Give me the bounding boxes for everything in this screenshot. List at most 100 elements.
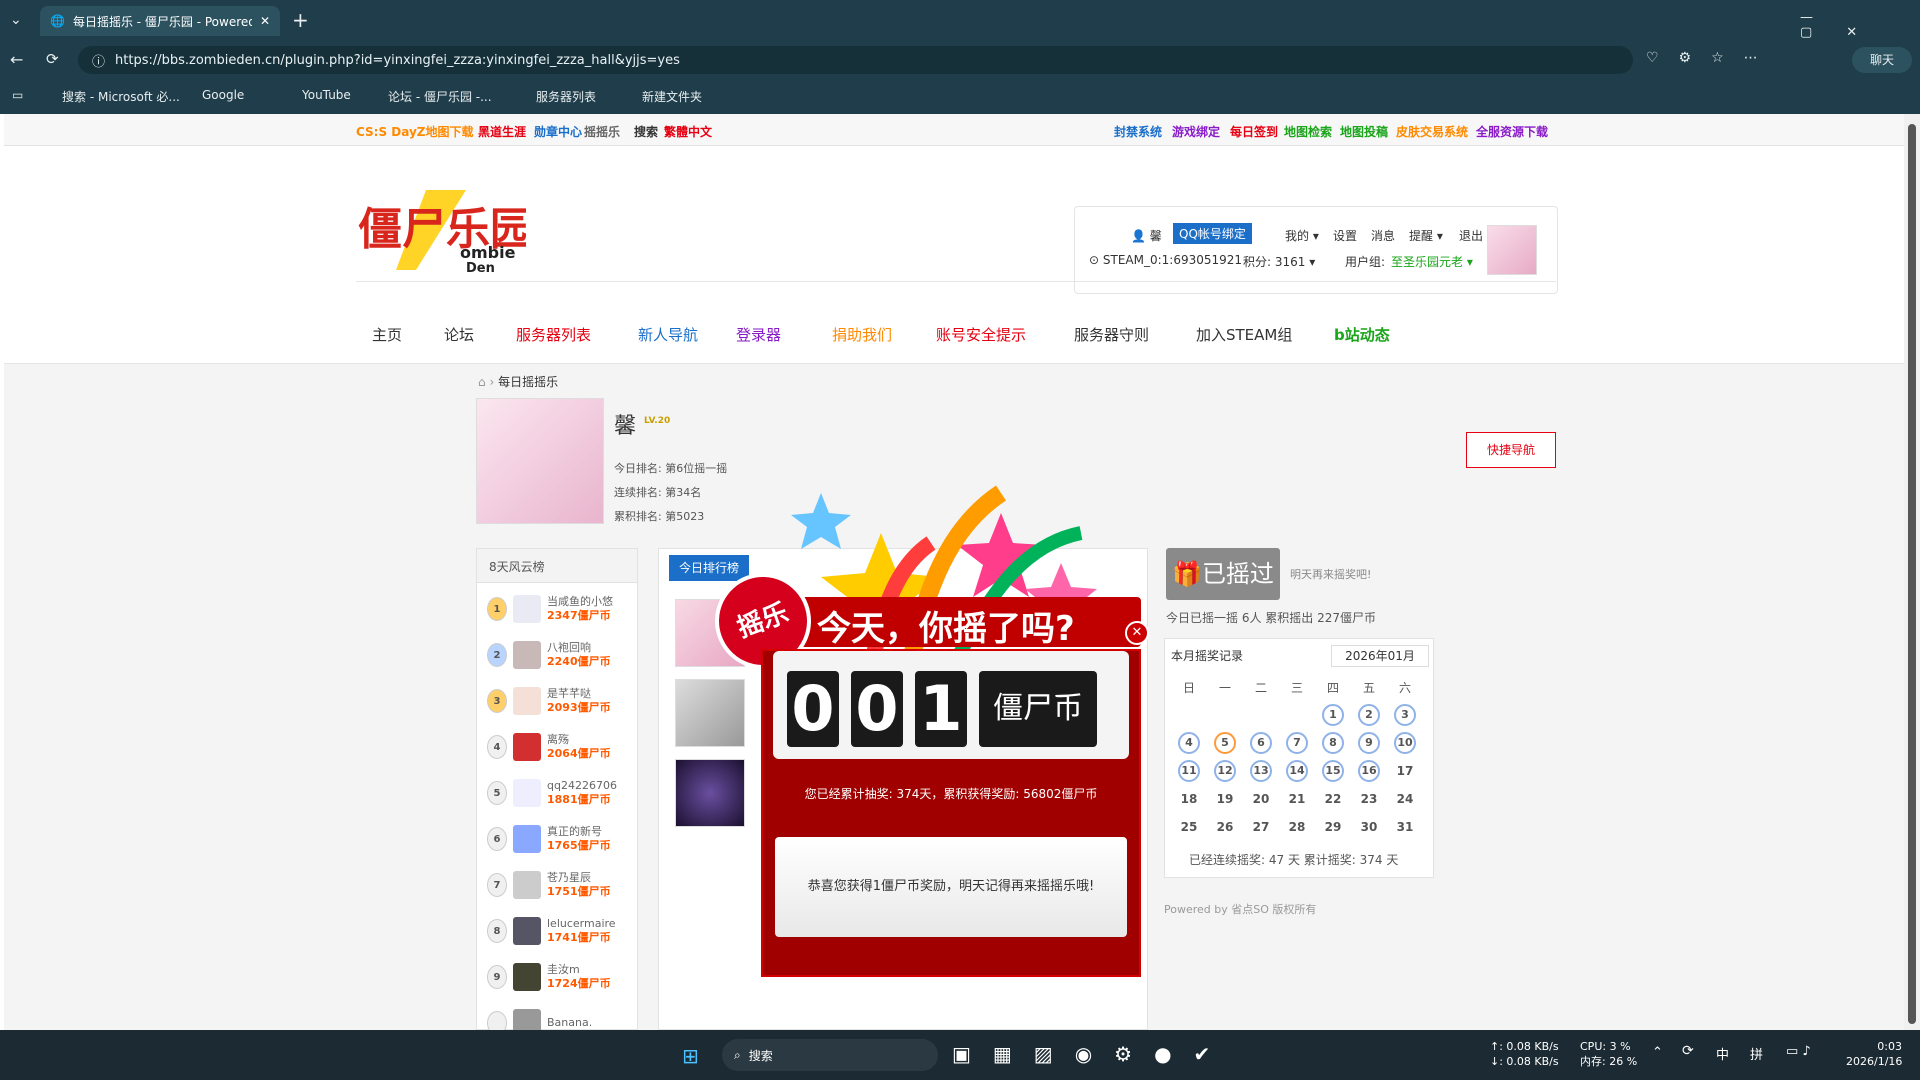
username-link[interactable]: 👤 馨 <box>1131 227 1162 244</box>
rank-name[interactable]: lelucermaire <box>547 917 616 931</box>
clock[interactable]: 0:03 2026/1/16 <box>1846 1039 1902 1069</box>
quick-nav-button[interactable]: 快捷导航 <box>1466 432 1556 468</box>
nav-item[interactable]: b站动态 <box>1334 324 1390 345</box>
today-avatar-3[interactable] <box>675 759 745 827</box>
ime-mode[interactable]: 中 <box>1716 1044 1729 1063</box>
nav-item[interactable]: 新人导航 <box>638 324 698 345</box>
user-link-my[interactable]: 我的 ▾ <box>1285 227 1319 244</box>
ranking-row[interactable]: 8 lelucermaire 1741僵尸币 <box>487 911 627 951</box>
calendar-day: 15 <box>1315 757 1351 785</box>
rank-avatar[interactable] <box>513 641 541 669</box>
ranking-row[interactable]: 1 当咸鱼的小悠 2347僵尸币 <box>487 589 627 629</box>
ranking-row[interactable]: 7 苍乃星辰 1751僵尸币 <box>487 865 627 905</box>
top-link-left[interactable]: 黑道生涯 <box>478 123 526 140</box>
ranking-row[interactable]: 3 是芊芊哒 2093僵尸币 <box>487 681 627 721</box>
nav-item[interactable]: 主页 <box>372 324 402 345</box>
site-info-icon[interactable]: ⓘ <box>92 51 105 70</box>
user-link-logout[interactable]: 退出 <box>1459 227 1483 244</box>
bookmark-item[interactable]: Google <box>202 88 244 102</box>
rank-avatar[interactable] <box>513 871 541 899</box>
nav-item[interactable]: 服务器守则 <box>1074 324 1149 345</box>
site-logo[interactable]: 僵尸乐园 ombie Den <box>356 186 534 276</box>
top-link-right[interactable]: 地图投稿 <box>1340 123 1388 140</box>
user-avatar[interactable] <box>1487 225 1537 275</box>
rank-name[interactable]: qq24226706 <box>547 779 617 793</box>
user-group[interactable]: 至圣乐园元老 ▾ <box>1391 253 1473 270</box>
top-link-right[interactable]: 地图检索 <box>1284 123 1332 140</box>
rank-avatar[interactable] <box>513 595 541 623</box>
refresh-icon[interactable]: ⟳ <box>46 50 59 68</box>
bookmark-item[interactable]: 搜索 - Microsoft 必... <box>62 88 180 105</box>
top-link-right[interactable]: 封禁系统 <box>1114 123 1162 140</box>
rank-name[interactable]: 离殇 <box>547 733 611 747</box>
rank-name[interactable]: 八袍回响 <box>547 641 611 655</box>
rank-avatar[interactable] <box>513 733 541 761</box>
refresh-tray-icon[interactable]: ⟳ <box>1682 1043 1694 1059</box>
ranking-row[interactable]: 9 圭汝m 1724僵尸币 <box>487 957 627 997</box>
top-link-right[interactable]: 每日签到 <box>1230 123 1278 140</box>
home-icon[interactable]: ⌂ <box>478 375 486 389</box>
top-link-right[interactable]: 皮肤交易系统 <box>1396 123 1468 140</box>
popup-close-icon[interactable]: ✕ <box>1125 621 1149 645</box>
nav-item[interactable]: 加入STEAM组 <box>1196 324 1292 345</box>
breadcrumb-current[interactable]: 每日摇摇乐 <box>498 375 558 389</box>
bookmark-item[interactable]: YouTube <box>302 88 351 102</box>
bookmark-item[interactable]: 论坛 - 僵尸乐园 -... <box>388 88 492 105</box>
nav-item[interactable]: 捐助我们 <box>832 324 892 345</box>
ranking-row[interactable]: 2 八袍回响 2240僵尸币 <box>487 635 627 675</box>
back-icon[interactable]: ← <box>10 50 23 69</box>
rank-name[interactable]: 是芊芊哒 <box>547 687 611 701</box>
tab-list-icon[interactable]: ⌄ <box>10 12 22 28</box>
user-link-settings[interactable]: 设置 <box>1333 227 1357 244</box>
rank-name[interactable]: 当咸鱼的小悠 <box>547 595 613 609</box>
network-volume-icon[interactable]: ▭ ♪ <box>1786 1044 1811 1059</box>
rank-avatar[interactable] <box>513 917 541 945</box>
browser-tab[interactable]: 🌐 每日摇摇乐 - 僵尸乐园 - Powered ✕ <box>40 6 280 36</box>
bookmark-item[interactable]: 新建文件夹 <box>642 88 702 105</box>
ranking-row[interactable]: 4 离殇 2064僵尸币 <box>487 727 627 767</box>
calendar-month[interactable]: 2026年01月 <box>1331 645 1429 667</box>
rank-avatar[interactable] <box>513 1009 541 1030</box>
rank-name[interactable]: 苍乃星辰 <box>547 871 611 885</box>
rank-avatar[interactable] <box>513 825 541 853</box>
profile-avatar[interactable] <box>476 398 604 524</box>
points-link[interactable]: 积分: 3161 ▾ <box>1243 253 1315 270</box>
ranking-row[interactable]: Banana. <box>487 1003 627 1030</box>
nav-item[interactable]: 论坛 <box>444 324 474 345</box>
user-link-messages[interactable]: 消息 <box>1371 227 1395 244</box>
rank-avatar[interactable] <box>513 779 541 807</box>
top-link-right[interactable]: 游戏绑定 <box>1172 123 1220 140</box>
rank-name[interactable]: Banana. <box>547 1016 592 1030</box>
toolbar-icons[interactable]: ♡⚙☆⋯ <box>1646 50 1778 66</box>
nav-item[interactable]: 登录器 <box>736 324 781 345</box>
sidebar-toggle-icon[interactable]: ▭ <box>12 88 23 102</box>
qq-bind-button[interactable]: QQ帐号绑定 <box>1173 223 1252 244</box>
start-icon[interactable]: ⊞ <box>682 1044 699 1068</box>
rank-name[interactable]: 真正的新号 <box>547 825 611 839</box>
top-link-right[interactable]: 全服资源下载 <box>1476 123 1548 140</box>
top-link-left[interactable]: CS:S DayZ地图下载 <box>356 123 474 140</box>
rank-name[interactable]: 圭汝m <box>547 963 611 977</box>
top-link-left[interactable]: 摇摇乐 <box>584 123 620 140</box>
rank-avatar[interactable] <box>513 963 541 991</box>
tray-chevron-icon[interactable]: ⌃ <box>1652 1045 1663 1060</box>
window-controls[interactable]: —▢✕ <box>1800 10 1920 40</box>
ranking-row[interactable]: 6 真正的新号 1765僵尸币 <box>487 819 627 859</box>
top-link-left[interactable]: 搜索 <box>634 123 658 140</box>
page-scrollbar[interactable] <box>1904 114 1920 1030</box>
address-bar[interactable]: ⓘ https://bbs.zombieden.cn/plugin.php?id… <box>78 46 1633 74</box>
top-link-left[interactable]: 勋章中心 <box>534 123 582 140</box>
rank-avatar[interactable] <box>513 687 541 715</box>
taskbar-search[interactable]: ⌕ 搜索 <box>722 1039 938 1071</box>
close-tab-icon[interactable]: ✕ <box>260 14 270 28</box>
bookmark-item[interactable]: 服务器列表 <box>536 88 596 105</box>
nav-item[interactable]: 账号安全提示 <box>936 324 1026 345</box>
taskbar-apps[interactable]: ▣▦▨◉⚙●✔ <box>952 1042 1232 1066</box>
new-tab-icon[interactable]: + <box>292 8 309 32</box>
top-link-left[interactable]: 繁體中文 <box>664 123 712 140</box>
copilot-chat-button[interactable]: 聊天 <box>1852 47 1912 73</box>
ime-pinyin[interactable]: 拼 <box>1750 1044 1763 1063</box>
nav-item[interactable]: 服务器列表 <box>516 324 591 345</box>
ranking-row[interactable]: 5 qq24226706 1881僵尸币 <box>487 773 627 813</box>
user-link-alerts[interactable]: 提醒 ▾ <box>1409 227 1443 244</box>
